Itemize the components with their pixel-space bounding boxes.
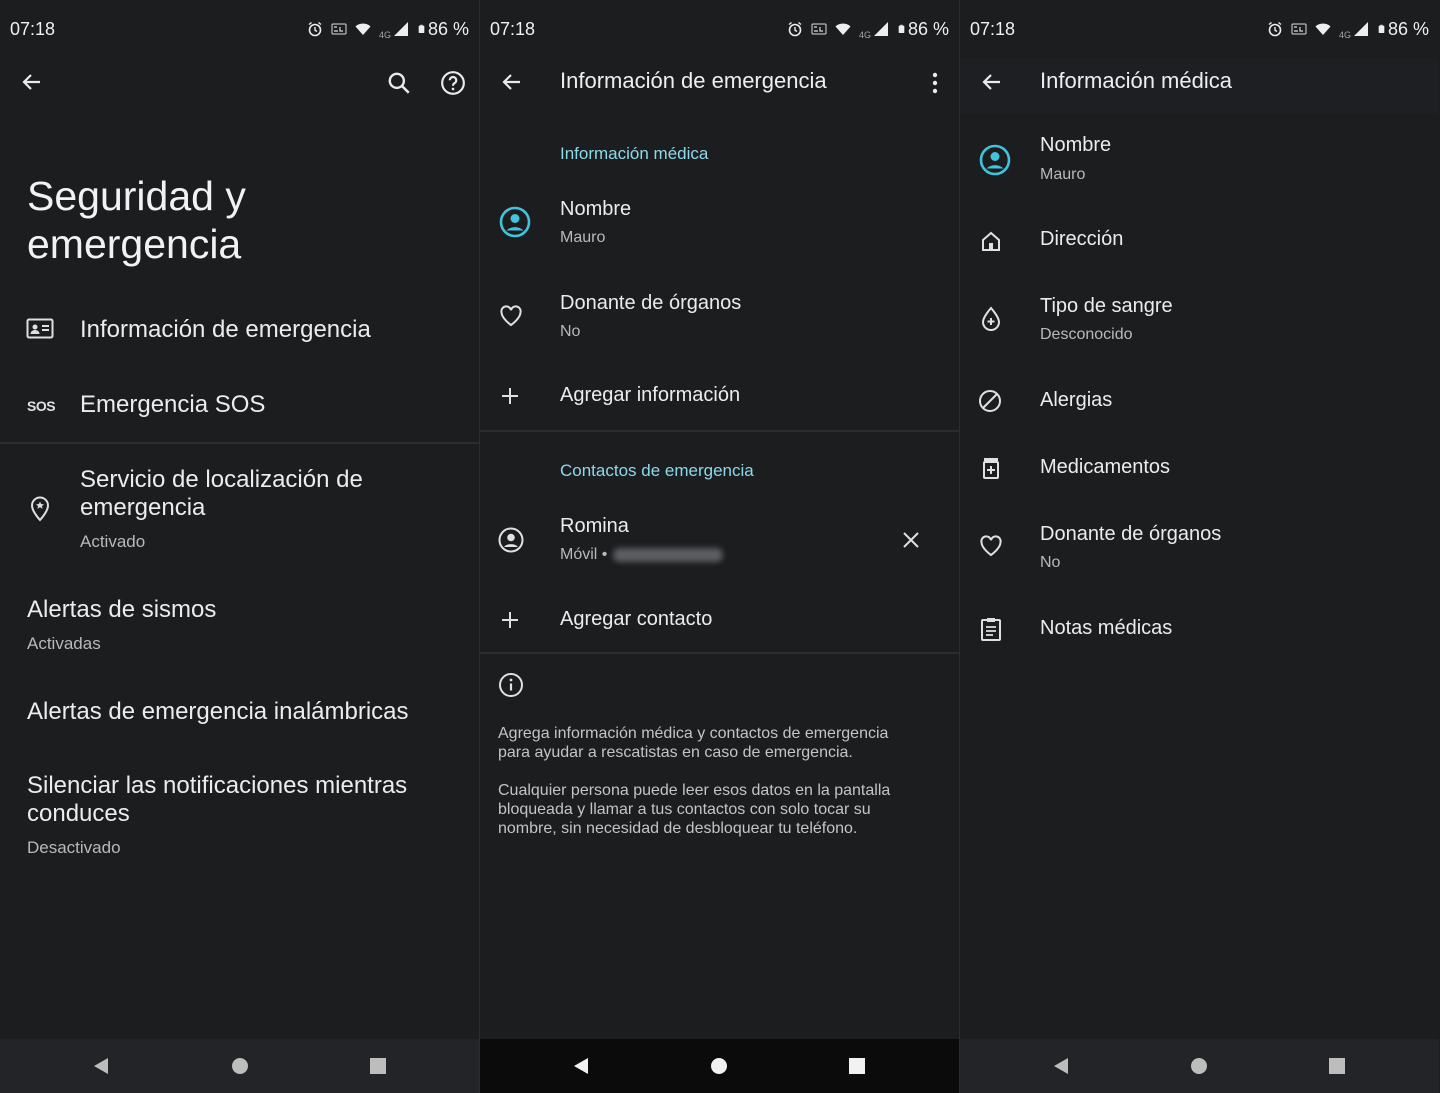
row-name[interactable]: Nombre Mauro	[960, 130, 1439, 196]
add-contact-button[interactable]: Agregar contacto	[480, 600, 959, 640]
nav-home-icon[interactable]	[1189, 1056, 1209, 1076]
status-bar: 07:18 4G 86 %	[0, 0, 479, 58]
battery-icon	[1378, 24, 1385, 33]
account-circle-icon	[979, 144, 1011, 176]
screen-emergency-info: 07:18 4G 86 % Información de emergencia …	[479, 0, 959, 1093]
more-options-icon[interactable]	[922, 70, 948, 96]
nav-home-icon[interactable]	[709, 1056, 729, 1076]
menu-item-emergency-info[interactable]: Información de emergencia	[0, 300, 479, 362]
remove-contact-icon[interactable]	[902, 531, 920, 549]
row-medications[interactable]: Medicamentos	[960, 450, 1439, 490]
volte-icon	[1291, 23, 1307, 35]
nav-recents-icon[interactable]	[847, 1056, 867, 1076]
top-app-bar	[0, 58, 479, 110]
nav-back-icon[interactable]	[1051, 1056, 1071, 1076]
section-divider	[480, 430, 959, 432]
medication-icon	[983, 458, 999, 479]
signal-icon	[1353, 22, 1368, 36]
section-divider	[0, 442, 479, 444]
heart-icon	[980, 535, 1002, 557]
section-header-contacts: Contactos de emergencia	[560, 461, 754, 480]
network-type: 4G	[378, 30, 391, 40]
menu-item-wireless-alerts[interactable]: Alertas de emergencia inalámbricas	[0, 690, 479, 740]
alarm-icon	[1268, 21, 1282, 37]
contact-row[interactable]: Romina Móvil •	[480, 509, 959, 575]
wifi-icon	[1315, 23, 1331, 35]
section-header-medical: Información médica	[560, 144, 709, 163]
id-card-icon	[26, 318, 54, 339]
navigation-bar	[480, 1039, 959, 1093]
plus-icon	[502, 388, 518, 404]
menu-item-earthquake-alerts[interactable]: Alertas de sismos Activadas	[0, 590, 479, 660]
home-icon	[982, 231, 1000, 251]
status-time: 07:18	[10, 18, 56, 39]
volte-icon	[811, 23, 827, 35]
clipboard-icon	[981, 618, 1001, 641]
battery-percent: 86 %	[427, 18, 469, 39]
menu-item-location-service[interactable]: Servicio de localización de emergencia A…	[0, 460, 479, 560]
network-type: 4G	[1338, 30, 1351, 40]
navigation-bar	[0, 1039, 479, 1093]
row-allergies[interactable]: Alergias	[960, 382, 1439, 422]
status-bar: 07:18 4G 86 %	[960, 0, 1439, 58]
battery-percent: 86 %	[1387, 18, 1429, 39]
info-icon	[499, 673, 523, 697]
navigation-bar	[960, 1039, 1439, 1093]
nav-back-icon[interactable]	[571, 1056, 591, 1076]
back-arrow-icon[interactable]	[980, 70, 1004, 94]
nav-back-icon[interactable]	[91, 1056, 111, 1076]
info-paragraph-2: Cualquier persona puede leer esos datos …	[498, 782, 891, 837]
nav-home-icon[interactable]	[230, 1056, 250, 1076]
nav-recents-icon[interactable]	[368, 1056, 388, 1076]
location-pin-icon	[30, 496, 50, 522]
page-title: Información médica	[1040, 68, 1232, 93]
top-app-bar: Información de emergencia	[480, 58, 959, 110]
blood-drop-icon	[981, 306, 1001, 331]
signal-icon	[393, 22, 408, 36]
volte-icon	[331, 23, 347, 35]
signal-icon	[873, 22, 888, 36]
contact-phone: Móvil •	[560, 546, 724, 564]
plus-icon	[502, 612, 518, 628]
row-blood-type[interactable]: Tipo de sangre Desconocido	[960, 290, 1439, 356]
row-address[interactable]: Dirección	[960, 222, 1439, 262]
back-arrow-icon[interactable]	[500, 70, 524, 94]
alarm-icon	[788, 21, 802, 37]
account-circle-icon	[499, 206, 531, 238]
info-paragraph-1: Agrega información médica y contactos de…	[498, 725, 889, 761]
wifi-icon	[355, 23, 371, 35]
section-divider	[480, 652, 959, 654]
page-title: Información de emergencia	[560, 68, 827, 93]
contact-avatar-icon	[498, 527, 524, 553]
row-medical-notes[interactable]: Notas médicas	[960, 610, 1439, 650]
battery-icon	[898, 24, 905, 33]
alarm-icon	[308, 21, 322, 37]
back-arrow-icon[interactable]	[20, 70, 44, 94]
row-name[interactable]: Nombre Mauro	[480, 192, 959, 258]
sos-icon: SOS	[27, 398, 56, 414]
row-organ-donor[interactable]: Donante de órganos No	[960, 518, 1439, 584]
screen-medical-info: 07:18 4G 86 % Información médica Nombre …	[959, 0, 1439, 1093]
battery-percent: 86 %	[907, 18, 949, 39]
status-bar: 07:18 4G 86 %	[480, 0, 959, 58]
heart-icon	[500, 305, 522, 327]
page-title: Seguridad y emergencia	[27, 173, 246, 267]
wifi-icon	[835, 23, 851, 35]
help-icon[interactable]	[440, 70, 466, 96]
block-icon	[979, 390, 1001, 412]
search-icon[interactable]	[386, 70, 412, 96]
status-time: 07:18	[970, 18, 1016, 39]
redacted-phone-number	[613, 547, 724, 562]
battery-icon	[418, 24, 425, 33]
menu-item-emergency-sos[interactable]: SOS Emergencia SOS	[0, 375, 479, 437]
top-app-bar: Información médica	[960, 58, 1439, 114]
status-time: 07:18	[490, 18, 536, 39]
add-info-button[interactable]: Agregar información	[480, 378, 959, 418]
menu-item-driving-notifications[interactable]: Silenciar las notificaciones mientras co…	[0, 766, 479, 866]
network-type: 4G	[858, 30, 871, 40]
row-organ-donor[interactable]: Donante de órganos No	[480, 286, 959, 352]
nav-recents-icon[interactable]	[1327, 1056, 1347, 1076]
screen-safety-emergency: 07:18 4G 86 % Seguridad y emergencia Inf…	[0, 0, 479, 1093]
